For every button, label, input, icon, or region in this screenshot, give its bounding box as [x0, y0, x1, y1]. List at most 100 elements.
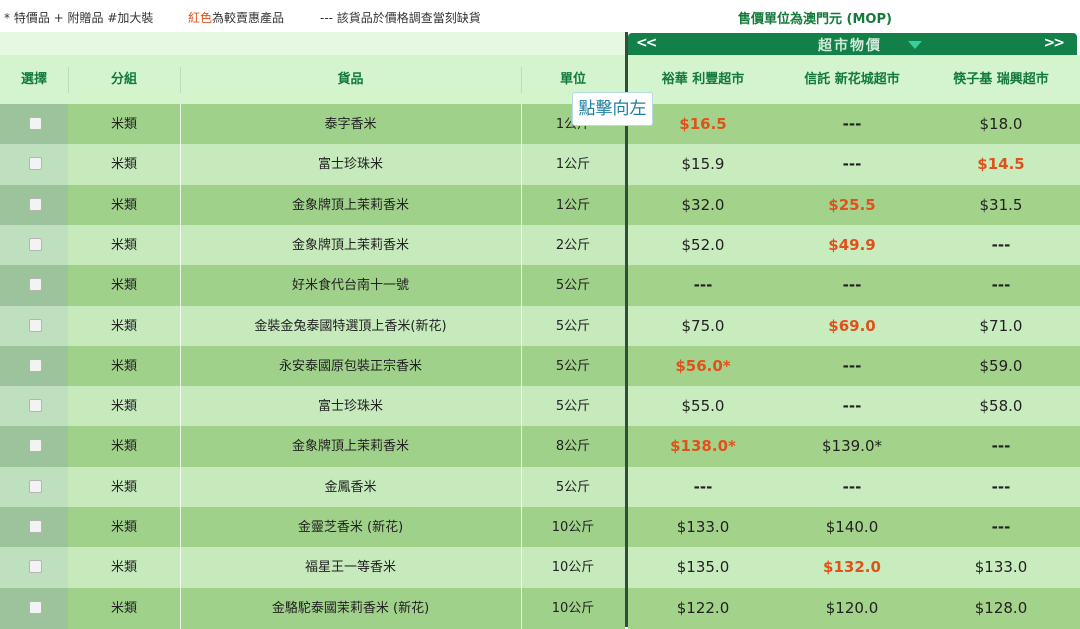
- table-row: 米類金鳳香米5公斤---------: [0, 467, 1080, 508]
- select-cell: [0, 547, 68, 588]
- price-cell: $140.0: [777, 507, 927, 548]
- note-red-word: 紅色: [188, 11, 212, 25]
- product-cell[interactable]: 富士珍珠米: [180, 386, 521, 427]
- group-cell: 米類: [68, 185, 180, 226]
- scroll-left-button[interactable]: <<: [636, 35, 655, 51]
- group-cell: 米類: [68, 588, 180, 629]
- select-checkbox[interactable]: [29, 399, 42, 412]
- select-cell: [0, 386, 68, 427]
- product-cell[interactable]: 好米食代台南十一號: [180, 265, 521, 306]
- price-cell: ---: [628, 467, 778, 508]
- group-cell: 米類: [68, 144, 180, 185]
- header-select: 選擇: [0, 55, 68, 104]
- table-row: 米類富士珍珠米1公斤$15.9---$14.5: [0, 144, 1080, 185]
- table-row: 米類金象牌頂上茉莉香米1公斤$32.0$25.5$31.5: [0, 185, 1080, 226]
- price-cell: $120.0: [777, 588, 927, 629]
- product-cell[interactable]: 泰字香米: [180, 104, 521, 145]
- select-checkbox[interactable]: [29, 601, 42, 614]
- unit-cell: 2公斤: [521, 225, 625, 266]
- table-row: 米類富士珍珠米5公斤$55.0---$58.0: [0, 386, 1080, 427]
- unit-cell: 10公斤: [521, 588, 625, 629]
- select-cell: [0, 588, 68, 629]
- price-cell: $71.0: [926, 306, 1076, 347]
- select-checkbox[interactable]: [29, 238, 42, 251]
- dropdown-caret-icon[interactable]: [908, 41, 922, 49]
- select-checkbox[interactable]: [29, 439, 42, 452]
- group-cell: 米類: [68, 467, 180, 508]
- price-cell: ---: [926, 265, 1076, 306]
- table-row: 米類金裝金兔泰國特選頂上香米(新花)5公斤$75.0$69.0$71.0: [0, 306, 1080, 347]
- price-cell: ---: [628, 265, 778, 306]
- price-cell: $128.0: [926, 588, 1076, 629]
- group-cell: 米類: [68, 306, 180, 347]
- price-cell: ---: [777, 386, 927, 427]
- price-cell: $25.5: [777, 185, 927, 226]
- price-cell: $58.0: [926, 386, 1076, 427]
- product-cell[interactable]: 福星王一等香米: [180, 547, 521, 588]
- product-cell[interactable]: 金裝金兔泰國特選頂上香米(新花): [180, 306, 521, 347]
- scroll-left-tooltip: 點擊向左: [572, 92, 653, 126]
- price-cell: $138.0*: [628, 426, 778, 467]
- group-cell: 米類: [68, 346, 180, 387]
- product-cell[interactable]: 金鳳香米: [180, 467, 521, 508]
- price-cell: $18.0: [926, 104, 1076, 145]
- product-cell[interactable]: 富士珍珠米: [180, 144, 521, 185]
- group-cell: 米類: [68, 265, 180, 306]
- select-checkbox[interactable]: [29, 560, 42, 573]
- price-cell: $52.0: [628, 225, 778, 266]
- note-special-symbols: * 特價品 + 附贈品 #加大裝: [4, 9, 153, 26]
- product-cell[interactable]: 金象牌頂上茉莉香米: [180, 185, 521, 226]
- table-row: 米類福星王一等香米10公斤$135.0$132.0$133.0: [0, 547, 1080, 588]
- store-name: 筷子基 瑞興超市: [926, 55, 1076, 104]
- select-checkbox[interactable]: [29, 117, 42, 130]
- note-currency: 售價單位為澳門元 (MOP): [738, 8, 892, 27]
- select-checkbox[interactable]: [29, 480, 42, 493]
- select-checkbox[interactable]: [29, 359, 42, 372]
- unit-cell: 5公斤: [521, 265, 625, 306]
- select-checkbox[interactable]: [29, 278, 42, 291]
- price-cell: ---: [926, 467, 1076, 508]
- table-row: 米類金靈芝香米 (新花)10公斤$133.0$140.0---: [0, 507, 1080, 548]
- product-cell[interactable]: 金靈芝香米 (新花): [180, 507, 521, 548]
- select-checkbox[interactable]: [29, 198, 42, 211]
- price-cell: $132.0: [777, 547, 927, 588]
- store-name: 信託 新花城超市: [777, 55, 927, 104]
- group-cell: 米類: [68, 225, 180, 266]
- price-cell: ---: [926, 426, 1076, 467]
- price-cell: ---: [777, 144, 927, 185]
- price-cell: $31.5: [926, 185, 1076, 226]
- select-cell: [0, 104, 68, 145]
- price-cell: $56.0*: [628, 346, 778, 387]
- select-checkbox[interactable]: [29, 319, 42, 332]
- unit-cell: 1公斤: [521, 144, 625, 185]
- note-out-of-stock: --- 該貨品於價格調查當刻缺貨: [320, 9, 481, 26]
- price-cell: $135.0: [628, 547, 778, 588]
- product-cell[interactable]: 金駱駝泰國茉莉香米 (新花): [180, 588, 521, 629]
- product-cell[interactable]: 金象牌頂上茉莉香米: [180, 426, 521, 467]
- table-row: 米類金象牌頂上茉莉香米8公斤$138.0*$139.0*---: [0, 426, 1080, 467]
- unit-cell: 10公斤: [521, 547, 625, 588]
- unit-cell: 5公斤: [521, 306, 625, 347]
- price-cell: $139.0*: [777, 426, 927, 467]
- legend-notes: * 特價品 + 附贈品 #加大裝 紅色為較賣惠產品 --- 該貨品於價格調查當刻…: [0, 0, 1080, 32]
- select-cell: [0, 265, 68, 306]
- note-red-text: 為較賣惠產品: [212, 11, 284, 25]
- price-cell: ---: [926, 507, 1076, 548]
- price-cell: $15.9: [628, 144, 778, 185]
- price-cell: ---: [777, 265, 927, 306]
- price-cell: $133.0: [628, 507, 778, 548]
- select-checkbox[interactable]: [29, 520, 42, 533]
- group-cell: 米類: [68, 547, 180, 588]
- price-cell: $59.0: [926, 346, 1076, 387]
- table-row: 米類永安泰國原包裝正宗香米5公斤$56.0*---$59.0: [0, 346, 1080, 387]
- note-red-meaning: 紅色為較賣惠產品: [188, 9, 284, 26]
- product-cell[interactable]: 永安泰國原包裝正宗香米: [180, 346, 521, 387]
- scroll-right-button[interactable]: >>: [1044, 35, 1063, 51]
- table-row: 米類泰字香米1公斤$16.5---$18.0: [0, 104, 1080, 145]
- supermarket-title: 超市物價: [818, 35, 882, 55]
- select-checkbox[interactable]: [29, 157, 42, 170]
- select-cell: [0, 426, 68, 467]
- table-row: 米類金象牌頂上茉莉香米2公斤$52.0$49.9---: [0, 225, 1080, 266]
- supermarket-price-bar: << 超市物價 >>: [628, 33, 1077, 55]
- product-cell[interactable]: 金象牌頂上茉莉香米: [180, 225, 521, 266]
